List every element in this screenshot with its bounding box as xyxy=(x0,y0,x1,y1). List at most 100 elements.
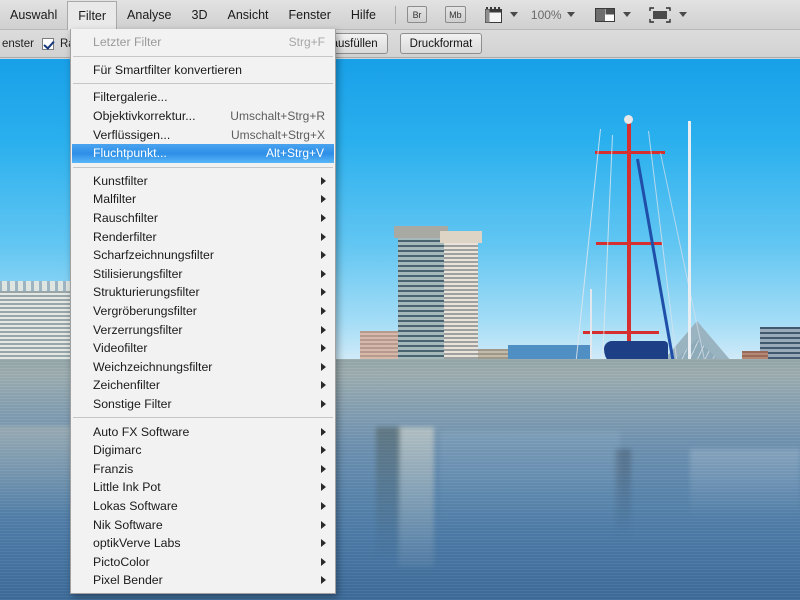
filter-menu-item[interactable]: Franzis xyxy=(71,459,335,478)
filter-menu-item-label: Weichzeichnungsfilter xyxy=(93,359,213,374)
filter-menu-item[interactable]: Stilisierungsfilter xyxy=(71,265,335,284)
filter-menu-item[interactable]: Für Smartfilter konvertieren xyxy=(71,61,335,80)
filter-menu-item-label: Kunstfilter xyxy=(93,173,148,188)
submenu-chevron-right-icon xyxy=(321,520,326,529)
filter-menu-item-label: Little Ink Pot xyxy=(93,480,161,495)
zoom-chevron-down-icon[interactable] xyxy=(566,12,575,17)
filter-menu-item-label: Stilisierungsfilter xyxy=(93,266,183,281)
menu-separator xyxy=(73,166,333,168)
filter-menu-item[interactable]: Videofilter xyxy=(71,339,335,358)
reflection-center-sky xyxy=(440,431,620,531)
filter-dropdown-menu[interactable]: Letzter Filter Strg+F Für Smartfilter konv… xyxy=(70,29,336,594)
submenu-chevron-right-icon xyxy=(321,501,326,510)
submenu-chevron-right-icon xyxy=(321,399,326,408)
filter-menu-item[interactable]: Filtergalerie... xyxy=(71,88,335,107)
menu-ansicht[interactable]: Ansicht xyxy=(218,0,279,30)
filter-menu-item-label: PictoColor xyxy=(93,554,150,569)
filter-menu-item[interactable]: Rauschfilter xyxy=(71,209,335,228)
filter-menu-item-label: Verflüssigen... xyxy=(93,127,171,142)
filter-menu-item: Letzter Filter Strg+F xyxy=(71,33,335,52)
menu-hilfe[interactable]: Hilfe xyxy=(341,0,386,30)
filter-menu-item[interactable]: PictoColor xyxy=(71,552,335,571)
filter-menu-item[interactable]: Renderfilter xyxy=(71,227,335,246)
menu-fenster[interactable]: Fenster xyxy=(279,0,341,30)
screen-mode-icon xyxy=(648,6,671,23)
submenu-chevron-right-icon xyxy=(321,576,326,585)
menu-analyse[interactable]: Analyse xyxy=(117,0,181,30)
view-extras-icon xyxy=(484,6,502,23)
submenu-chevron-right-icon xyxy=(321,557,326,566)
filter-menu-item-label: Scharfzeichnungsfilter xyxy=(93,248,214,263)
view-extras-button[interactable] xyxy=(484,6,503,24)
filter-menu-item[interactable]: Strukturierungsfilter xyxy=(71,283,335,302)
arrange-chevron-down-icon[interactable] xyxy=(622,12,631,17)
filter-menu-item[interactable]: Vergröberungsfilter xyxy=(71,302,335,321)
zoom-level: 100% xyxy=(530,7,562,22)
filter-menu-item-label: Sonstige Filter xyxy=(93,396,172,411)
filter-menu-item-label: Letzter Filter xyxy=(93,35,162,50)
filter-menu-item[interactable]: Scharfzeichnungsfilter xyxy=(71,246,335,265)
reflection-right-boats xyxy=(690,449,800,519)
filter-menu-item[interactable]: Malfilter xyxy=(71,190,335,209)
submenu-chevron-right-icon xyxy=(321,381,326,390)
screen-mode-chevron-down-icon[interactable] xyxy=(678,12,687,17)
filter-menu-item-label: Strukturierungsfilter xyxy=(93,285,200,300)
submenu-chevron-right-icon xyxy=(321,251,326,260)
menu-separator xyxy=(73,83,333,85)
filter-menu-item-label: Zeichenfilter xyxy=(93,378,160,393)
filter-menu-item-label: Objektivkorrektur... xyxy=(93,109,196,124)
print-format-button[interactable]: Druckformat xyxy=(399,33,483,54)
filter-menu-item[interactable]: Kunstfilter xyxy=(71,172,335,191)
filter-menu-item[interactable]: Fluchtpunkt... Alt+Strg+V xyxy=(72,143,334,163)
filter-menu-item-shortcut: Umschalt+Strg+R xyxy=(230,109,325,124)
menu-filter[interactable]: Filter xyxy=(67,0,118,30)
submenu-chevron-right-icon xyxy=(321,539,326,548)
filter-menu-item[interactable]: optikVerve Labs xyxy=(71,534,335,553)
filter-menu-item-shortcut: Umschalt+Strg+X xyxy=(230,127,325,142)
filter-menu-item[interactable]: Weichzeichnungsfilter xyxy=(71,358,335,377)
submenu-chevron-right-icon xyxy=(321,195,326,204)
reflection-tower-dark xyxy=(376,427,400,557)
noise-checkbox[interactable] xyxy=(41,37,54,50)
photoshop-window: enster Raue irm ausfüllen Druckformat Au… xyxy=(0,0,800,600)
filter-menu-item[interactable]: Zeichenfilter xyxy=(71,376,335,395)
filter-menu-item-label: Franzis xyxy=(93,461,134,476)
menu-auswahl[interactable]: Auswahl xyxy=(0,0,67,30)
screen-mode-button[interactable] xyxy=(648,6,672,24)
filter-menu-item-label: Digimarc xyxy=(93,443,142,458)
mini-bridge-button[interactable]: Mb xyxy=(444,6,466,23)
filter-menu-item[interactable]: Sonstige Filter xyxy=(71,395,335,414)
filter-menu-item-shortcut: Strg+F xyxy=(288,35,325,50)
menu-3d[interactable]: 3D xyxy=(182,0,218,30)
filter-menu-item[interactable]: Auto FX Software xyxy=(71,422,335,441)
filter-menu-item[interactable]: Little Ink Pot xyxy=(71,478,335,497)
filter-menu-item[interactable]: Digimarc xyxy=(71,441,335,460)
filter-menu-item[interactable]: Lokas Software xyxy=(71,497,335,516)
filter-menu-item-label: Pixel Bender xyxy=(93,573,163,588)
filter-menu-item[interactable]: Nik Software xyxy=(71,515,335,534)
filter-menu-item[interactable]: Verflüssigen... Umschalt+Strg+X xyxy=(71,125,335,144)
arrange-documents-button[interactable] xyxy=(594,6,616,24)
submenu-chevron-right-icon xyxy=(321,288,326,297)
filter-menu-item[interactable]: Objektivkorrektur... Umschalt+Strg+R xyxy=(71,107,335,126)
sailboat-masthead-light xyxy=(624,115,633,124)
view-extras-chevron-down-icon[interactable] xyxy=(509,12,518,17)
filter-menu-item-label: Lokas Software xyxy=(93,498,178,513)
submenu-chevron-right-icon xyxy=(321,176,326,185)
filter-menu-item[interactable]: Verzerrungsfilter xyxy=(71,320,335,339)
filter-menu-item-label: Rauschfilter xyxy=(93,211,158,226)
filter-menu-item-label: Für Smartfilter konvertieren xyxy=(93,62,242,77)
submenu-chevron-right-icon xyxy=(321,269,326,278)
submenu-chevron-right-icon xyxy=(321,214,326,223)
submenu-chevron-right-icon xyxy=(321,344,326,353)
filter-menu-item-label: Fluchtpunkt... xyxy=(93,146,167,161)
bridge-button[interactable]: Br xyxy=(406,6,427,23)
filter-menu-item-label: Auto FX Software xyxy=(93,424,190,439)
menu-separator xyxy=(73,55,333,57)
submenu-chevron-right-icon xyxy=(321,362,326,371)
submenu-chevron-right-icon xyxy=(321,307,326,316)
sailboat-spreader-upper xyxy=(595,151,665,154)
filter-menu-item[interactable]: Pixel Bender xyxy=(71,571,335,590)
filter-menu-item-label: Filtergalerie... xyxy=(93,90,168,105)
filter-menu-item-label: Verzerrungsfilter xyxy=(93,322,183,337)
